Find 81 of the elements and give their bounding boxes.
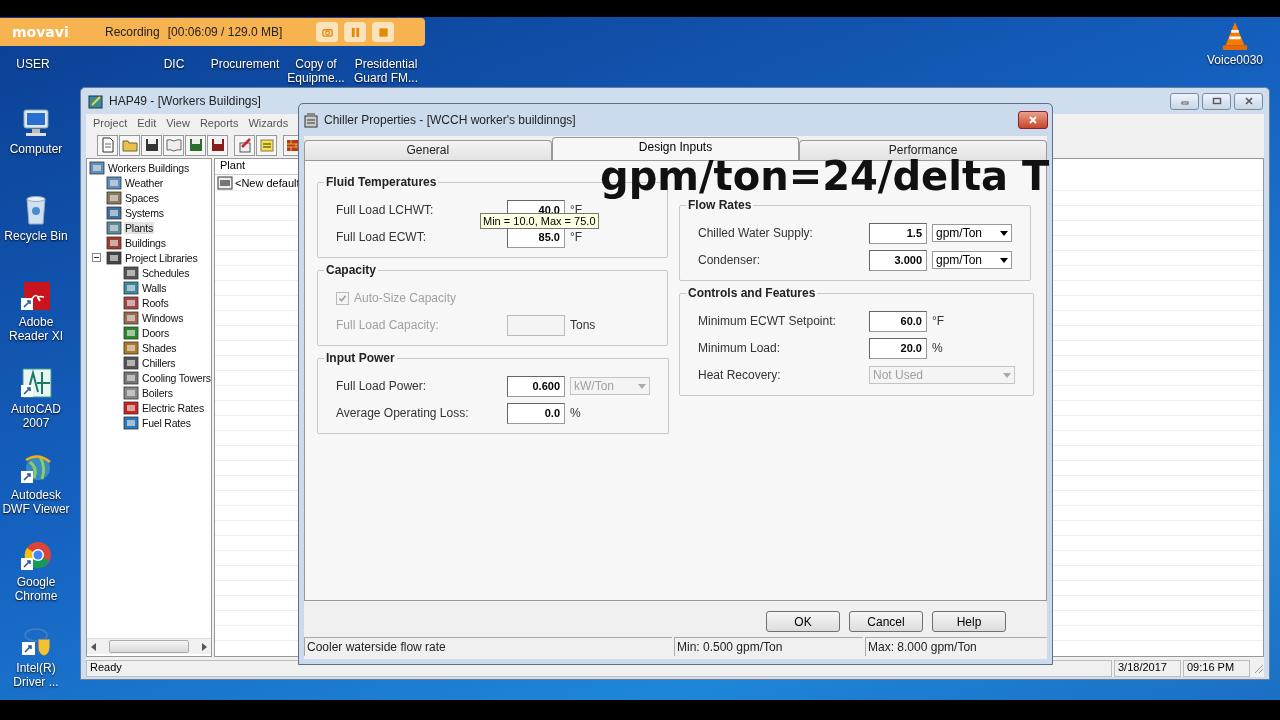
dropdown[interactable]: gpm/Ton — [932, 224, 1012, 242]
checkbox-label: Auto-Size Capacity — [354, 291, 458, 305]
tree-item[interactable]: Project Libraries — [124, 251, 199, 264]
status-cell: Max: 8.000 gpm/Ton — [865, 637, 1047, 656]
menu-item[interactable]: Reports — [199, 117, 239, 129]
tooltip: Min = 10.0, Max = 75.0 — [480, 213, 599, 229]
field-label: Heat Recovery: — [698, 368, 782, 382]
menu-item[interactable]: View — [166, 117, 190, 129]
desktop-icon-label[interactable]: Google Chrome — [0, 574, 72, 603]
tree-item[interactable]: Schedules — [141, 266, 191, 279]
menu-item[interactable]: Edit — [137, 117, 157, 129]
desktop-icon-label[interactable]: AutoCAD 2007 — [0, 401, 72, 430]
unit-label: % — [570, 406, 581, 420]
tree-item[interactable]: Walls — [141, 281, 168, 294]
menu-item[interactable]: Wizards — [248, 117, 289, 129]
group-title: Capacity — [325, 263, 378, 277]
input-field[interactable]: 20.0 — [869, 337, 927, 359]
desktop-icon-label[interactable]: Autodesk DWF Viewer — [0, 488, 72, 516]
status-cell: Min: 0.500 gpm/Ton — [674, 637, 863, 656]
desktop-icon-label[interactable]: Voice0030 — [1195, 53, 1275, 67]
tab[interactable]: Design Inputs — [551, 137, 800, 160]
tree-item[interactable]: Plants — [124, 221, 154, 234]
tree-item[interactable]: Electric Rates — [141, 401, 205, 414]
field-label: Full Load ECWT: — [336, 230, 428, 244]
tree-item[interactable]: Boilers — [141, 386, 174, 399]
status-cell: 09:16 PM — [1183, 659, 1250, 677]
dialog-title: Chiller Properties - [WCCH worker's buildinngs] — [324, 113, 576, 127]
desktop-icon-label[interactable]: Recycle Bin — [0, 228, 72, 243]
tree-item[interactable]: Spaces — [124, 191, 160, 204]
dropdown[interactable]: gpm/Ton — [932, 251, 1012, 269]
desktop-icon-label[interactable]: Adobe Reader XI — [0, 315, 72, 343]
recording-status: Recording — [105, 25, 160, 39]
tree-item[interactable]: Chillers — [141, 356, 177, 369]
menu-item[interactable]: Project — [93, 117, 128, 129]
desktop-icon-label[interactable]: USER — [0, 57, 73, 71]
group-title: Input Power — [325, 351, 396, 365]
desktop-icon-label[interactable]: Computer — [0, 142, 72, 156]
desktop-icon-label[interactable]: Procurement — [205, 57, 285, 71]
tree-item[interactable]: Doors — [141, 326, 170, 339]
unit-label: °F — [570, 230, 583, 244]
tree-item[interactable]: Buildings — [124, 236, 167, 249]
dialog-button[interactable]: Cancel — [849, 611, 923, 632]
tree-item[interactable]: Windows — [141, 311, 185, 324]
field-label: Chilled Water Supply: — [698, 226, 814, 240]
group-title: Flow Rates — [688, 198, 752, 212]
field-label: Condenser: — [698, 253, 762, 267]
tree-item[interactable]: Shades — [141, 341, 178, 354]
field-label: Minimum ECWT Setpoint: — [698, 314, 837, 328]
field-label: Minimum Load: — [698, 341, 782, 355]
status-cell: 3/18/2017 — [1114, 659, 1181, 677]
tree-item[interactable]: Workers Buildings — [107, 161, 191, 174]
recording-info: [00:06:09 / 129.0 MB] — [167, 25, 283, 39]
input-field[interactable]: 0.600 — [507, 375, 565, 397]
list-item[interactable]: <New default — [235, 176, 300, 189]
unit-label: Tons — [570, 318, 596, 332]
tree-item[interactable]: Fuel Rates — [141, 416, 192, 429]
dialog-button[interactable]: Help — [932, 611, 1006, 632]
dialog-button[interactable]: OK — [766, 611, 840, 632]
field-label: Full Load LCHWT: — [336, 203, 435, 217]
field-label: Full Load Capacity: — [336, 318, 440, 332]
input-field[interactable]: 0.0 — [507, 402, 565, 424]
input-field[interactable]: 3.000 — [869, 249, 927, 271]
desktop-icon-label[interactable]: Presidential Guard FM... — [346, 57, 426, 85]
unit-label: % — [932, 341, 943, 355]
field-label: Full Load Power: — [336, 379, 428, 393]
desktop-icon-label[interactable]: Intel(R) Driver ... — [0, 661, 72, 689]
input-field[interactable]: 1.5 — [869, 222, 927, 244]
tab[interactable]: Performance — [799, 140, 1047, 160]
window-title: HAP49 - [Workers Buildings] — [109, 94, 261, 108]
tree-item[interactable]: Systems — [124, 206, 165, 219]
unit-label: °F — [932, 314, 945, 328]
group-title: Fluid Temperatures — [325, 175, 438, 189]
tree-item[interactable]: Weather — [124, 176, 165, 189]
tree-item[interactable]: Cooling Towers — [141, 371, 211, 384]
tree-item[interactable]: Roofs — [141, 296, 170, 309]
recorder-logo: movavi — [12, 24, 70, 40]
tab[interactable]: General — [304, 140, 552, 160]
input-field[interactable]: 60.0 — [869, 310, 927, 332]
field-label: Average Operating Loss: — [336, 406, 470, 420]
status-cell: Cooler waterside flow rate — [304, 637, 672, 656]
group-title: Controls and Features — [687, 286, 817, 300]
